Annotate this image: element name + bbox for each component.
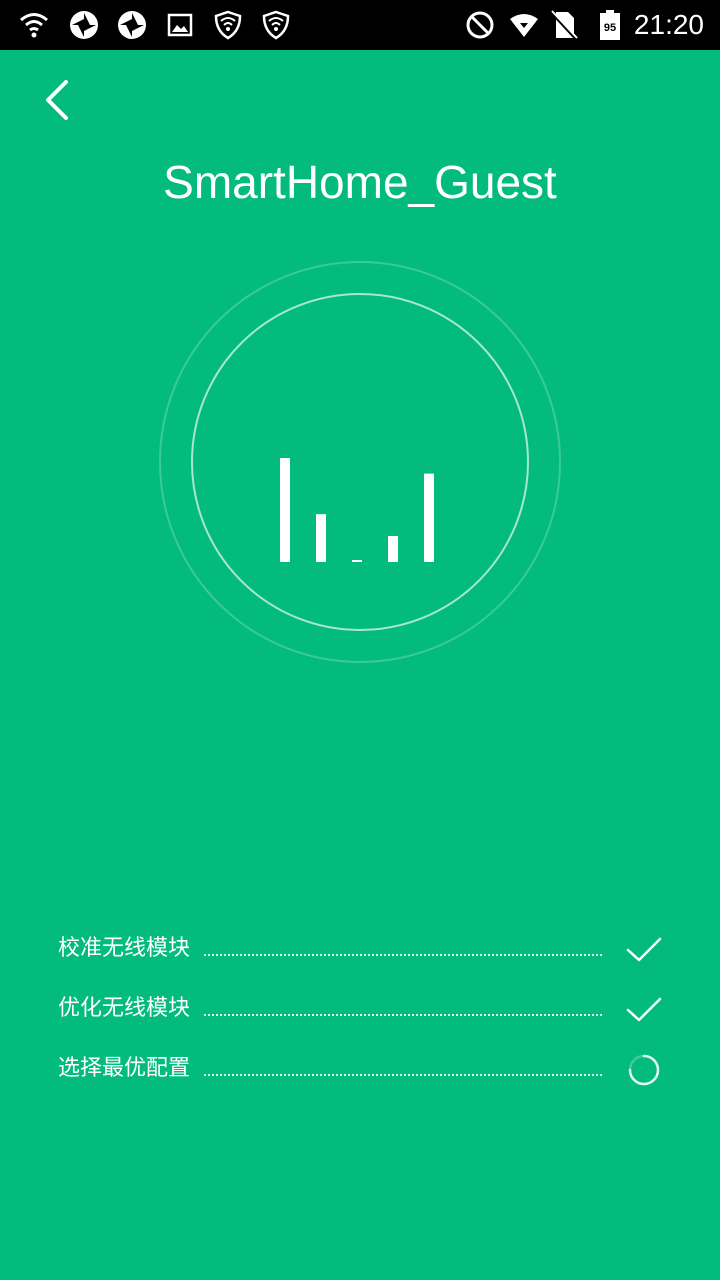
dotted-leader: [204, 1014, 602, 1016]
signal-bar: [280, 458, 290, 562]
dotted-leader: [204, 1074, 602, 1076]
status-bar: 95 21:20: [0, 0, 720, 50]
signal-bar: [388, 536, 398, 562]
image-icon: [167, 13, 193, 37]
back-button[interactable]: [28, 70, 88, 130]
shield-icon: [262, 10, 290, 40]
no-sim-icon: [550, 10, 578, 41]
progress-steps: 校准无线模块 优化无线模块 选择最优配置: [58, 920, 668, 1100]
do-not-disturb-icon: [466, 11, 494, 39]
loading-spinner-icon: [628, 1054, 660, 1086]
outer-ring: [159, 261, 561, 663]
shield-icon: [214, 10, 242, 40]
inner-ring: [191, 293, 529, 631]
chevron-left-icon: [46, 80, 68, 120]
status-time: 21:20: [633, 9, 704, 40]
battery-level: 95: [604, 22, 616, 34]
step-row: 校准无线模块: [58, 920, 668, 980]
step-label: 优化无线模块: [58, 996, 191, 1021]
step-label: 校准无线模块: [58, 936, 191, 961]
wifi-icon: [20, 13, 48, 38]
signal-bars: [280, 458, 434, 562]
step-row: 优化无线模块: [58, 980, 668, 1040]
wifi-signal-icon: [510, 14, 538, 37]
signal-bar: [424, 473, 434, 562]
network-name-title: SmartHome_Guest: [163, 156, 557, 208]
signal-bar: [316, 514, 326, 562]
checkmark-icon: [626, 937, 662, 962]
battery-icon: 95: [600, 10, 620, 40]
step-label: 选择最优配置: [58, 1056, 191, 1081]
app-screen: SmartHome_Guest 校准无线模块 优化无线模块 选择最优配置: [0, 50, 720, 1280]
vpn-icon: [70, 11, 98, 39]
signal-meter: [159, 261, 561, 663]
signal-bar: [352, 560, 362, 562]
step-row: 选择最优配置: [58, 1040, 668, 1100]
checkmark-icon: [626, 997, 662, 1022]
dotted-leader: [204, 954, 602, 956]
vpn-icon: [118, 11, 146, 39]
